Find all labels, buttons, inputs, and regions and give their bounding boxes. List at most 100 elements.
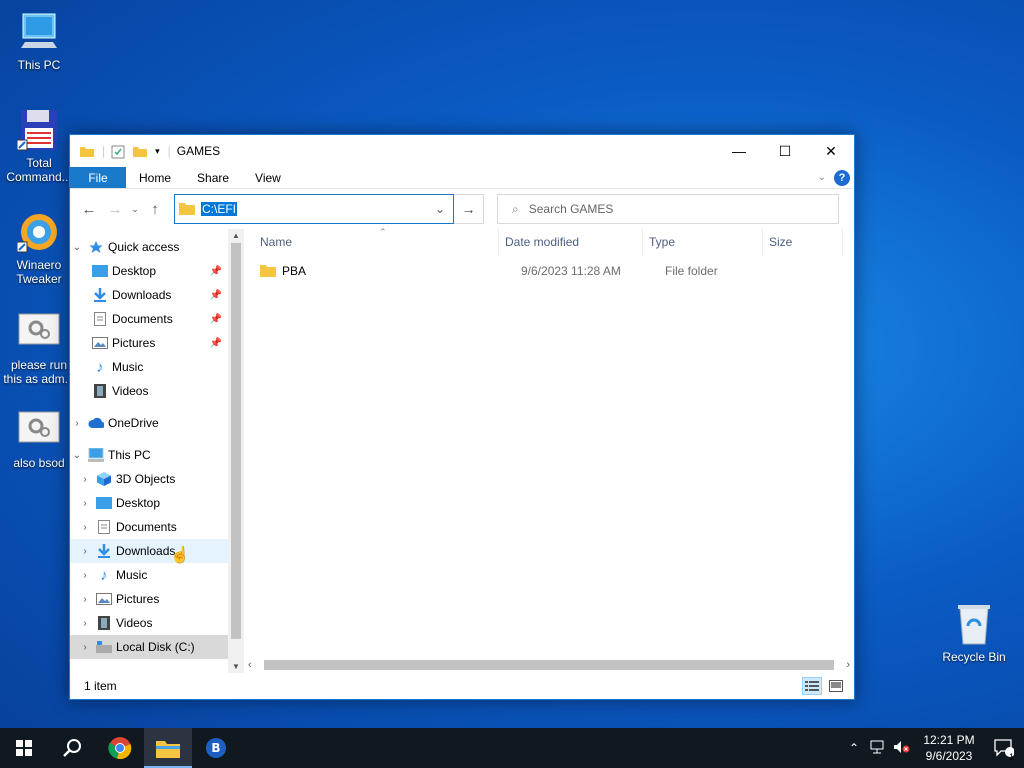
clock[interactable]: 12:21 PM 9/6/2023 <box>914 732 984 764</box>
collapse-arrow-icon[interactable]: ⌄ <box>70 450 84 461</box>
taskbar-chrome[interactable] <box>96 728 144 768</box>
volume-muted-icon[interactable] <box>890 740 914 757</box>
new-folder-icon[interactable] <box>133 145 148 157</box>
desktop-icon-recycle-bin[interactable]: Recycle Bin <box>936 602 1012 664</box>
tab-home[interactable]: Home <box>126 167 184 188</box>
document-icon <box>96 519 112 535</box>
settings-file-icon <box>17 408 61 452</box>
nav-label: Documents <box>116 520 177 534</box>
expand-arrow-icon[interactable]: › <box>78 474 92 485</box>
search-button[interactable] <box>48 728 96 768</box>
nav-qa-downloads[interactable]: Downloads 📌 <box>70 283 228 307</box>
action-center-button[interactable]: 1 <box>984 739 1024 762</box>
scrollbar-thumb[interactable] <box>264 660 834 670</box>
nav-pc-3d-objects[interactable]: › 3D Objects <box>70 467 228 491</box>
navigation-pane: ⌄ Quick access Desktop 📌 Downloads 📌 Doc… <box>70 229 228 673</box>
nav-pc-pictures[interactable]: › Pictures <box>70 587 228 611</box>
nav-onedrive[interactable]: › OneDrive <box>70 411 228 435</box>
nav-qa-documents[interactable]: Documents 📌 <box>70 307 228 331</box>
scroll-left-icon[interactable]: ‹ <box>248 659 252 671</box>
expand-arrow-icon[interactable]: › <box>78 546 92 557</box>
column-size[interactable]: Size <box>763 229 843 255</box>
floppy-disk-icon <box>16 108 61 152</box>
search-box[interactable]: ⌕ Search GAMES <box>497 194 839 224</box>
desktop-icon-label: Winaero Tweaker <box>16 258 62 286</box>
show-hidden-icons-icon[interactable]: ⌃ <box>842 741 866 755</box>
customize-quick-access-icon[interactable]: ▾ <box>155 146 160 157</box>
nav-qa-pictures[interactable]: Pictures 📌 <box>70 331 228 355</box>
taskbar-app[interactable]: B <box>192 728 240 768</box>
table-row[interactable]: PBA 9/6/2023 11:28 AM File folder <box>244 259 854 283</box>
expand-arrow-icon[interactable]: › <box>78 498 92 509</box>
nav-quick-access[interactable]: ⌄ Quick access <box>70 235 228 259</box>
nav-label: Local Disk (C:) <box>116 640 195 654</box>
desktop-icon-please-run[interactable]: please run this as adm... <box>1 310 77 386</box>
scrollbar-thumb[interactable] <box>231 243 241 639</box>
expand-arrow-icon[interactable]: › <box>78 522 92 533</box>
chrome-icon <box>108 737 132 760</box>
start-button[interactable] <box>0 728 48 768</box>
scroll-down-icon[interactable]: ▼ <box>228 662 244 671</box>
film-strip-icon <box>96 615 112 631</box>
properties-icon[interactable] <box>111 145 125 159</box>
column-name[interactable]: Name <box>244 229 499 255</box>
minimize-button[interactable]: — <box>716 135 762 167</box>
expand-arrow-icon[interactable]: › <box>78 618 92 629</box>
expand-arrow-icon[interactable]: › <box>70 418 84 429</box>
tab-view[interactable]: View <box>242 167 294 188</box>
expand-arrow-icon[interactable]: › <box>78 594 92 605</box>
nav-pc-videos[interactable]: › Videos <box>70 611 228 635</box>
desktop-icon-winaero-tweaker[interactable]: Winaero Tweaker <box>1 210 77 286</box>
close-button[interactable]: ✕ <box>808 135 854 167</box>
taskbar-file-explorer[interactable] <box>144 728 192 768</box>
network-icon[interactable] <box>866 740 890 757</box>
up-button[interactable]: ↑ <box>142 201 168 218</box>
notification-count: 1 <box>1008 752 1014 762</box>
details-view-button[interactable] <box>802 677 822 695</box>
address-input[interactable]: C:\EFI <box>201 202 238 216</box>
nav-pc-music[interactable]: › ♪ Music <box>70 563 228 587</box>
pictures-icon <box>96 591 112 607</box>
desktop-icon <box>96 495 112 511</box>
desktop-icon-total-commander[interactable]: Total Command... <box>1 108 77 184</box>
item-count: 1 item <box>84 679 117 693</box>
address-dropdown-icon[interactable]: ⌄ <box>427 202 453 216</box>
title-bar: | ▾ | GAMES — ☐ ✕ <box>70 135 854 167</box>
large-icons-view-button[interactable] <box>826 677 846 695</box>
expand-ribbon-icon[interactable]: ⌄ <box>818 172 826 183</box>
nav-label: Desktop <box>112 264 157 278</box>
tab-file[interactable]: File <box>70 167 126 188</box>
expand-arrow-icon[interactable]: › <box>78 642 92 653</box>
tab-share[interactable]: Share <box>184 167 242 188</box>
column-date-modified[interactable]: Date modified <box>499 229 643 255</box>
forward-button[interactable]: → <box>102 201 128 218</box>
expand-arrow-icon[interactable]: › <box>78 570 92 581</box>
svg-text:B: B <box>211 741 220 755</box>
collapse-arrow-icon[interactable]: ⌄ <box>70 242 84 253</box>
go-button[interactable]: → <box>454 194 484 224</box>
scroll-right-icon[interactable]: › <box>846 659 850 671</box>
desktop-icon-this-pc[interactable]: This PC <box>1 10 77 72</box>
maximize-button[interactable]: ☐ <box>762 135 808 167</box>
back-button[interactable]: ← <box>76 201 102 218</box>
column-type[interactable]: Type <box>643 229 763 255</box>
nav-this-pc[interactable]: ⌄ This PC <box>70 443 228 467</box>
nav-qa-videos[interactable]: Videos <box>70 379 228 403</box>
nav-pc-downloads[interactable]: › Downloads ☝ <box>70 539 228 564</box>
help-icon[interactable]: ? <box>834 169 850 186</box>
nav-pc-documents[interactable]: › Documents <box>70 515 228 539</box>
pin-icon: 📌 <box>209 265 222 277</box>
nav-pc-desktop[interactable]: › Desktop <box>70 491 228 515</box>
nav-qa-desktop[interactable]: Desktop 📌 <box>70 259 228 283</box>
nav-qa-music[interactable]: ♪ Music <box>70 355 228 379</box>
scroll-up-icon[interactable]: ▲ <box>228 231 244 240</box>
desktop-icon-also-bsod[interactable]: also bsod <box>1 408 77 470</box>
clock-date: 9/6/2023 <box>925 749 973 763</box>
nav-pc-local-disk[interactable]: › Local Disk (C:) <box>70 635 228 659</box>
recent-locations-icon[interactable]: ⌄ <box>128 204 142 215</box>
nav-scrollbar[interactable]: ▲ ▼ <box>228 229 244 673</box>
search-icon <box>63 739 81 757</box>
horizontal-scrollbar[interactable]: ‹ › <box>244 657 854 673</box>
address-bar[interactable]: C:\EFI ⌄ <box>174 194 454 224</box>
search-input[interactable]: Search GAMES <box>529 202 614 216</box>
